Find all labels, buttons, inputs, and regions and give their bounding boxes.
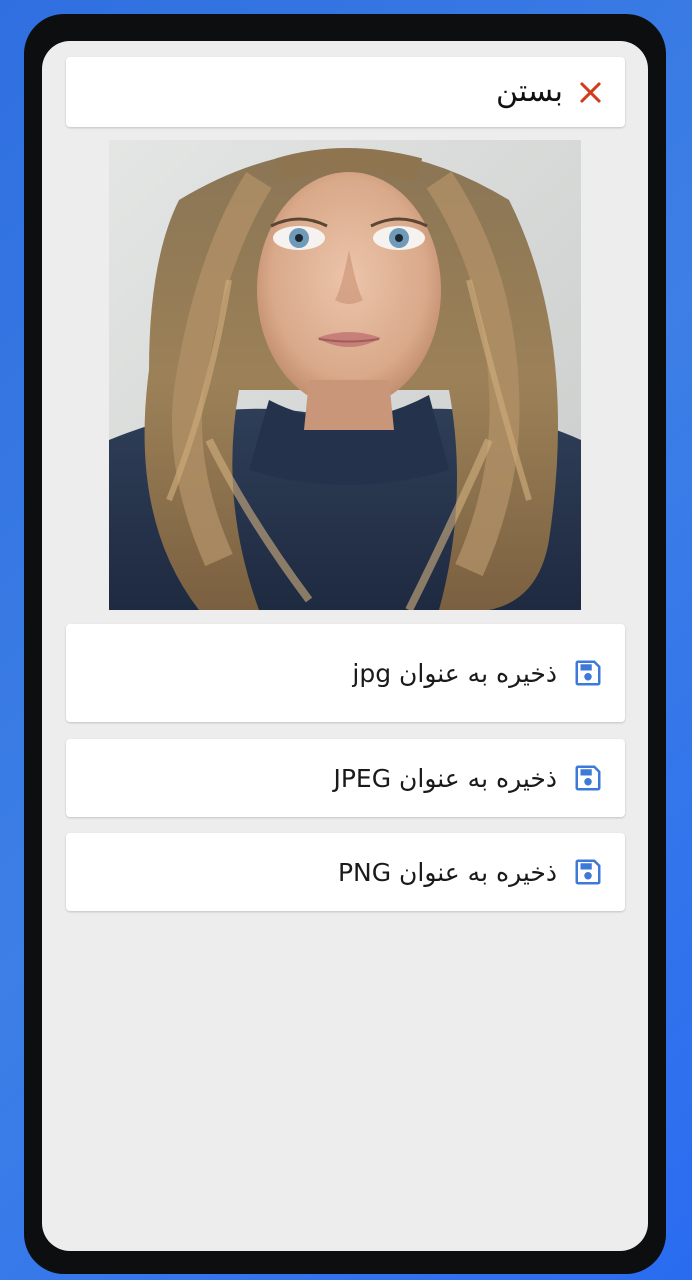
- floppy-save-icon: [575, 859, 601, 885]
- phone-frame: بستن ذخیره به عنوان jpg ذخیره به عنوان J…: [24, 14, 666, 1274]
- save-as-jpeg-label: ذخیره به عنوان JPEG: [333, 763, 557, 793]
- floppy-save-icon: [575, 660, 601, 686]
- dialog-screen: بستن ذخیره به عنوان jpg ذخیره به عنوان J…: [42, 41, 648, 1251]
- floppy-save-icon: [575, 765, 601, 791]
- save-as-png-label: ذخیره به عنوان PNG: [337, 857, 557, 887]
- close-button[interactable]: بستن: [66, 57, 625, 127]
- close-icon: [577, 79, 603, 105]
- save-as-png-button[interactable]: ذخیره به عنوان PNG: [66, 833, 625, 911]
- save-as-jpg-button[interactable]: ذخیره به عنوان jpg: [66, 624, 625, 722]
- save-as-jpg-label: ذخیره به عنوان jpg: [352, 658, 557, 688]
- close-label: بستن: [495, 74, 563, 109]
- portrait-image: [109, 140, 581, 610]
- save-as-jpeg-button[interactable]: ذخیره به عنوان JPEG: [66, 739, 625, 817]
